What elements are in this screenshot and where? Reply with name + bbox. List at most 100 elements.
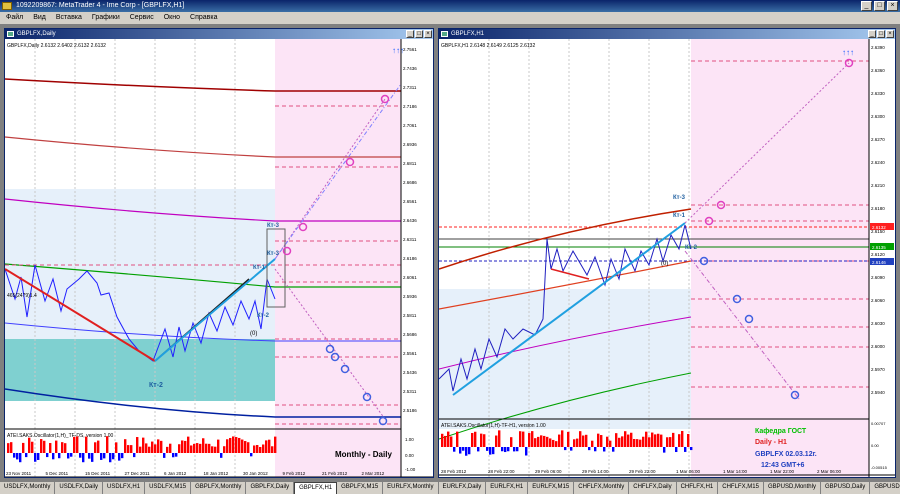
chart-tab[interactable]: GBPLFX,H1 (294, 482, 338, 494)
chart-tab[interactable]: GBPUSD,H1 (870, 482, 900, 494)
osc-label-mid: 0.00 (405, 453, 414, 458)
window-close-button[interactable]: × (886, 30, 894, 38)
chart-tab[interactable]: CHFLFX,H1 (677, 482, 719, 494)
window-maximize-button[interactable]: □ (877, 30, 885, 38)
menu-item-0[interactable]: Файл (6, 12, 23, 24)
chart-window-daily[interactable]: GBPLFX,Daily _ □ × Кт-3 Кт-3 Кт-1 Кт-2 К… (4, 28, 434, 478)
menu-item-1[interactable]: Вид (33, 12, 46, 24)
chart-tab[interactable]: EURLFX,H1 (486, 482, 529, 494)
window-close-button[interactable]: × (424, 30, 432, 38)
chart-tab[interactable]: GBPLFX,Monthly (191, 482, 247, 494)
time-axis-label: 2 Mar 06:00 (817, 469, 842, 474)
oscillator-bar (25, 453, 28, 458)
chart-tab[interactable]: GBPUSD,Monthly (764, 482, 821, 494)
oscillator-bars (7, 436, 277, 463)
oscillator-bar (687, 434, 690, 447)
oscillator-bar (603, 447, 606, 452)
oscillator-bar (465, 447, 468, 456)
oscillator-bar (238, 437, 241, 453)
chart-tab[interactable]: USDLFX,Daily (55, 482, 104, 494)
window-minimize-button[interactable]: _ (868, 30, 876, 38)
time-axis-label: 18 Jan 2012 (204, 471, 229, 476)
oscillator-bar (250, 453, 253, 457)
oscillator-bar (106, 436, 109, 453)
oscillator-bar (178, 444, 181, 453)
oscillator-bar (241, 439, 244, 453)
oscillator-bar (660, 434, 663, 447)
chart-tab[interactable]: GBPUSD,Daily (821, 482, 871, 494)
oscillator-bar (88, 453, 91, 459)
price-axis-label: 2.6360 (871, 68, 885, 73)
price-chart[interactable]: Кт-3 Кт-3 Кт-1 Кт-2 Кт-2 (0) 465(2479)1.… (5, 39, 433, 477)
oscillator-bar (223, 446, 226, 453)
menu-item-2[interactable]: Вставка (56, 12, 82, 24)
chart-window-titlebar: GBPLFX,H1 _ □ × (439, 29, 895, 39)
close-button[interactable]: × (887, 1, 898, 11)
time-axis-label: 6 Jan 2012 (164, 471, 187, 476)
oscillator-bar (525, 447, 528, 456)
chart-window-h1[interactable]: GBPLFX,H1 _ □ × Кт-3 Кт-1 Кт-2 (0) ↑↑↑ G… (438, 28, 896, 478)
chart-tab[interactable]: EURLFX,Monthly (383, 482, 439, 494)
oscillator-bar (681, 430, 684, 447)
oscillator-bar (576, 438, 579, 447)
oscillator-bar (450, 436, 453, 447)
mark-label: 465(2479)1.4 (7, 293, 37, 299)
menu-item-5[interactable]: Окно (164, 12, 180, 24)
oscillator-bar (501, 447, 504, 452)
oscillator-bar (627, 434, 630, 447)
oscillator-bar (226, 439, 229, 453)
oscillator-bar (19, 453, 22, 463)
oscillator-bar (157, 439, 160, 453)
oscillator-bar (82, 453, 85, 463)
oscillator-bar (127, 445, 130, 453)
oscillator-bar (510, 437, 513, 447)
oscillator-title: ATEI.SAKS.Oscillator(1,H)-TF-H1, version… (441, 423, 546, 429)
oscillator-bar (669, 437, 672, 447)
price-axis-label: 2.6240 (871, 160, 885, 165)
oscillator-bar (118, 453, 121, 461)
time-axis-label: 27 Dec 2011 (125, 471, 151, 476)
oscillator-bar (642, 436, 645, 447)
oscillator-bar (648, 437, 651, 447)
oscillator-bar (519, 431, 522, 447)
chart-tab[interactable]: CHFLFX,M15 (718, 482, 764, 494)
chart-tab[interactable]: CHFLFX,Daily (629, 482, 677, 494)
oscillator-bar (609, 440, 612, 447)
chart-tab[interactable]: EURLFX,M15 (528, 482, 575, 494)
window-minimize-button[interactable]: _ (406, 30, 414, 38)
oscillator-bar (265, 440, 268, 453)
menu-item-4[interactable]: Сервис (130, 12, 154, 24)
app-titlebar: 1092209867: MetaTrader 4 - Ime Corp - [G… (0, 0, 900, 12)
chart-tab[interactable]: GBPLFX,Daily (246, 482, 295, 494)
menu-item-3[interactable]: Графики (92, 12, 120, 24)
maximize-button[interactable]: □ (874, 1, 885, 11)
chart-tab[interactable]: USDLFX,M15 (145, 482, 192, 494)
zero-point-label: (0) (250, 331, 257, 337)
oscillator-bar (58, 453, 61, 459)
price-chart[interactable]: Кт-3 Кт-1 Кт-2 (0) ↑↑↑ GBPLFX,H1 2.6148 … (439, 39, 895, 477)
info-box-line-4: 12:43 GMT+6 (761, 462, 804, 469)
chart-tab[interactable]: USDLFX,H1 (103, 482, 146, 494)
oscillator-bar (193, 443, 196, 453)
chart-tab[interactable]: USDLFX,Monthly (0, 482, 56, 494)
oscillator-bar (148, 446, 151, 453)
oscillator-bar (169, 443, 172, 453)
chart-tab[interactable]: CHFLFX,Monthly (574, 482, 630, 494)
trend-line-red (550, 268, 590, 280)
menu-item-6[interactable]: Справка (190, 12, 217, 24)
price-axis-label: 2.7436 (403, 66, 417, 71)
chart-icon (7, 31, 14, 37)
chart-info-line: GBPLFX,Daily 2.6132 2.6402 2.6132 2.6132 (7, 43, 106, 49)
oscillator-bar (618, 437, 621, 447)
window-maximize-button[interactable]: □ (415, 30, 423, 38)
chart-window-titlebar: GBPLFX,Daily _ □ × (5, 29, 433, 39)
oscillator-bar (663, 447, 666, 453)
chart-tab[interactable]: EURLFX,Daily (439, 482, 487, 494)
oscillator-bar (151, 441, 154, 453)
chart-tab[interactable]: GBPLFX,M15 (337, 482, 384, 494)
oscillator-bar (40, 439, 43, 453)
info-box-line-3: GBPLFX 02.03.12г. (755, 451, 817, 458)
price-axis-label: 2.5436 (403, 370, 417, 375)
minimize-button[interactable]: _ (861, 1, 872, 11)
oscillator-bar (639, 439, 642, 447)
